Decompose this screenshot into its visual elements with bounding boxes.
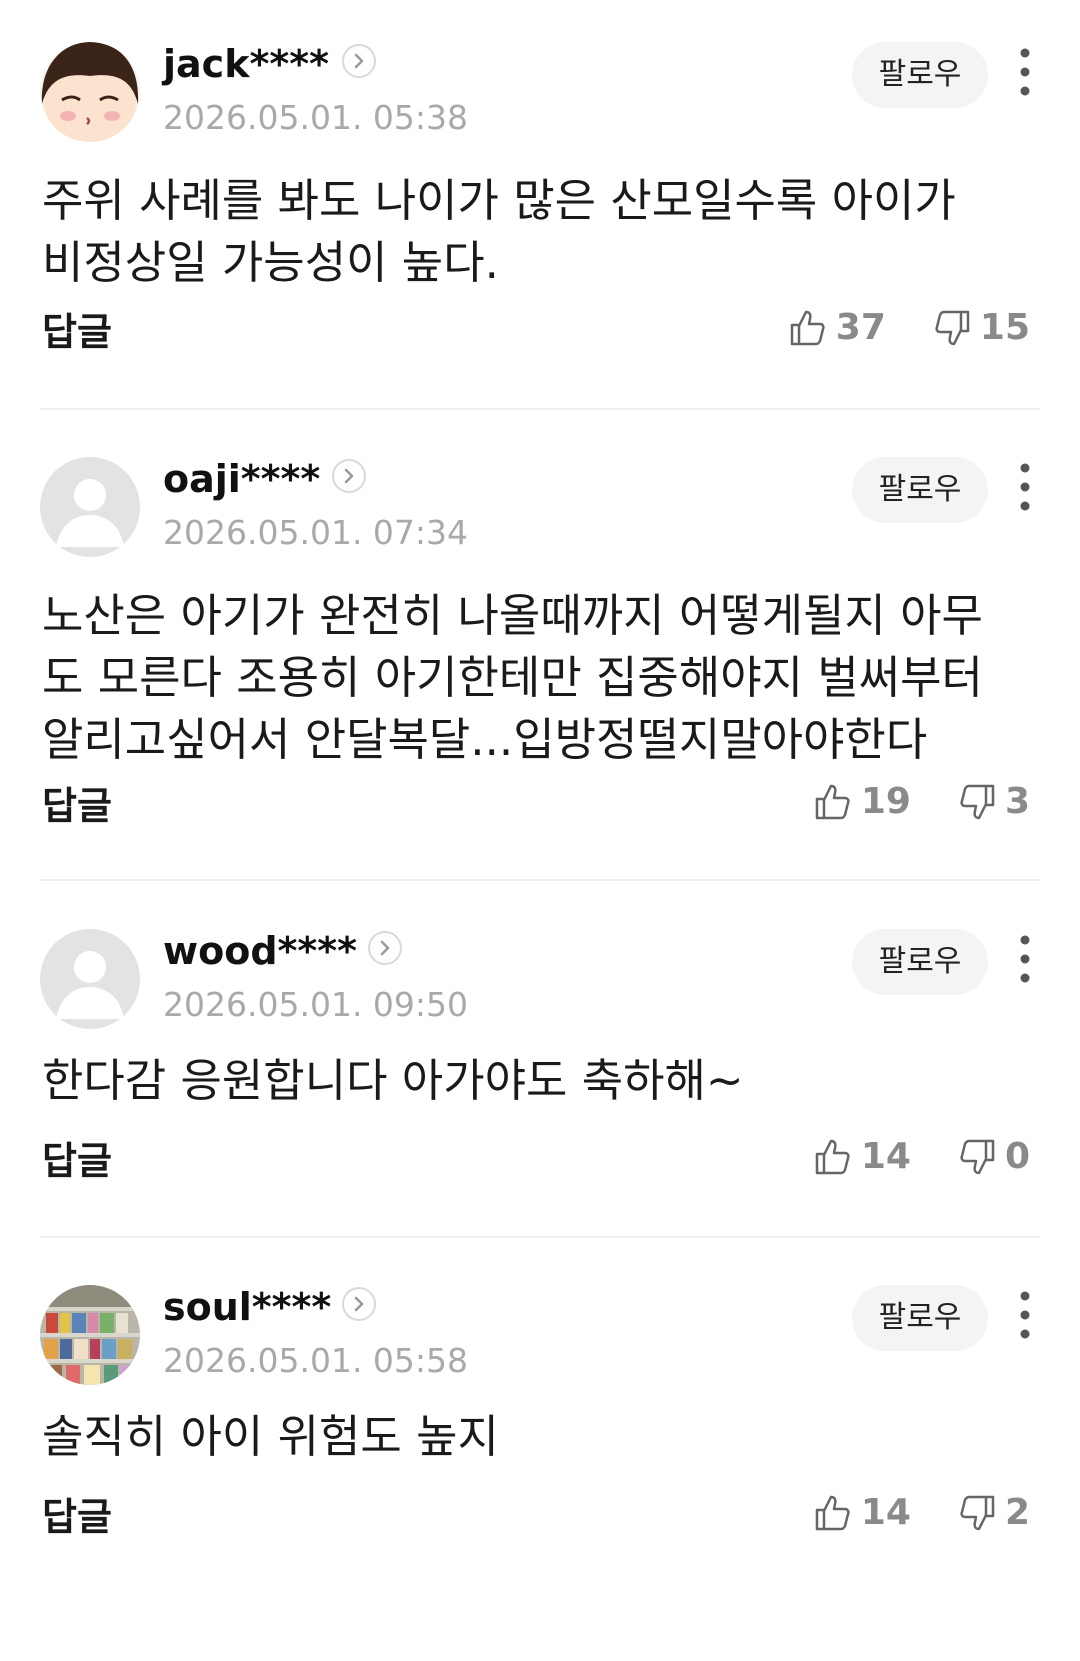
chevron-right-icon[interactable] [368,931,402,965]
comment-timestamp: 2026.05.01. 05:58 [163,1341,469,1380]
username[interactable]: oaji**** [163,457,320,501]
like-count: 37 [835,307,886,348]
dislike-button[interactable]: 3 [957,780,1030,824]
reply-button[interactable]: 답글 [42,1139,112,1183]
avatar[interactable] [40,457,140,557]
dislike-button[interactable]: 15 [932,306,1030,350]
reply-button[interactable]: 답글 [42,784,112,828]
comment-body: 솔직히 아이 위험도 높지 [42,1410,499,1463]
username[interactable]: wood**** [163,929,357,973]
reaction-bar: 19 3 [767,780,1030,824]
avatar[interactable] [40,929,140,1029]
thumbs-down-icon [932,308,972,348]
more-options-icon[interactable] [1010,46,1040,98]
thumbs-up-icon [813,1493,853,1533]
like-button[interactable]: 14 [813,1491,911,1535]
thumbs-up-icon [813,782,853,822]
thumbs-down-icon [957,1493,997,1533]
follow-button[interactable]: 팔로우 [852,42,988,108]
reply-button[interactable]: 답글 [42,1495,112,1539]
like-count: 19 [860,781,911,822]
divider [40,408,1040,410]
reaction-bar: 37 15 [742,306,1030,350]
dislike-count: 15 [979,307,1030,348]
comment-body: 한다감 응원합니다 아가야도 축하해~ [42,1054,744,1107]
divider [40,1236,1040,1238]
follow-button[interactable]: 팔로우 [852,1285,988,1351]
like-button[interactable]: 19 [813,780,911,824]
reaction-bar: 14 2 [767,1491,1030,1535]
dislike-count: 3 [1004,781,1030,822]
divider [40,879,1040,881]
more-options-icon[interactable] [1010,933,1040,985]
thumbs-down-icon [957,1137,997,1177]
username[interactable]: jack**** [163,42,329,86]
dislike-button[interactable]: 2 [957,1491,1030,1535]
dislike-count: 2 [1004,1492,1030,1533]
reaction-bar: 14 0 [767,1135,1030,1179]
thumbs-up-icon [813,1137,853,1177]
avatar[interactable] [40,1285,140,1385]
like-button[interactable]: 14 [813,1135,911,1179]
comment-timestamp: 2026.05.01. 07:34 [163,513,469,552]
more-options-icon[interactable] [1010,1289,1040,1341]
comment-timestamp: 2026.05.01. 09:50 [163,985,469,1024]
username[interactable]: soul**** [163,1285,331,1329]
dislike-button[interactable]: 0 [957,1135,1030,1179]
dislike-count: 0 [1004,1136,1030,1177]
thumbs-down-icon [957,782,997,822]
thumbs-up-icon [788,308,828,348]
like-button[interactable]: 37 [788,306,886,350]
comment-body: 노산은 아기가 완전히 나올때까지 어떻게될지 아무 도 모른다 조용히 아기한… [42,589,983,766]
chevron-right-icon[interactable] [332,459,366,493]
follow-button[interactable]: 팔로우 [852,929,988,995]
chevron-right-icon[interactable] [342,1287,376,1321]
reply-button[interactable]: 답글 [42,310,112,354]
like-count: 14 [860,1136,911,1177]
comment-body: 주위 사례를 봐도 나이가 많은 산모일수록 아이가 비정상일 가능성이 높다. [42,174,956,289]
like-count: 14 [860,1492,911,1533]
comment-timestamp: 2026.05.01. 05:38 [163,98,469,137]
avatar[interactable] [40,42,140,142]
more-options-icon[interactable] [1010,461,1040,513]
chevron-right-icon[interactable] [342,44,376,78]
follow-button[interactable]: 팔로우 [852,457,988,523]
